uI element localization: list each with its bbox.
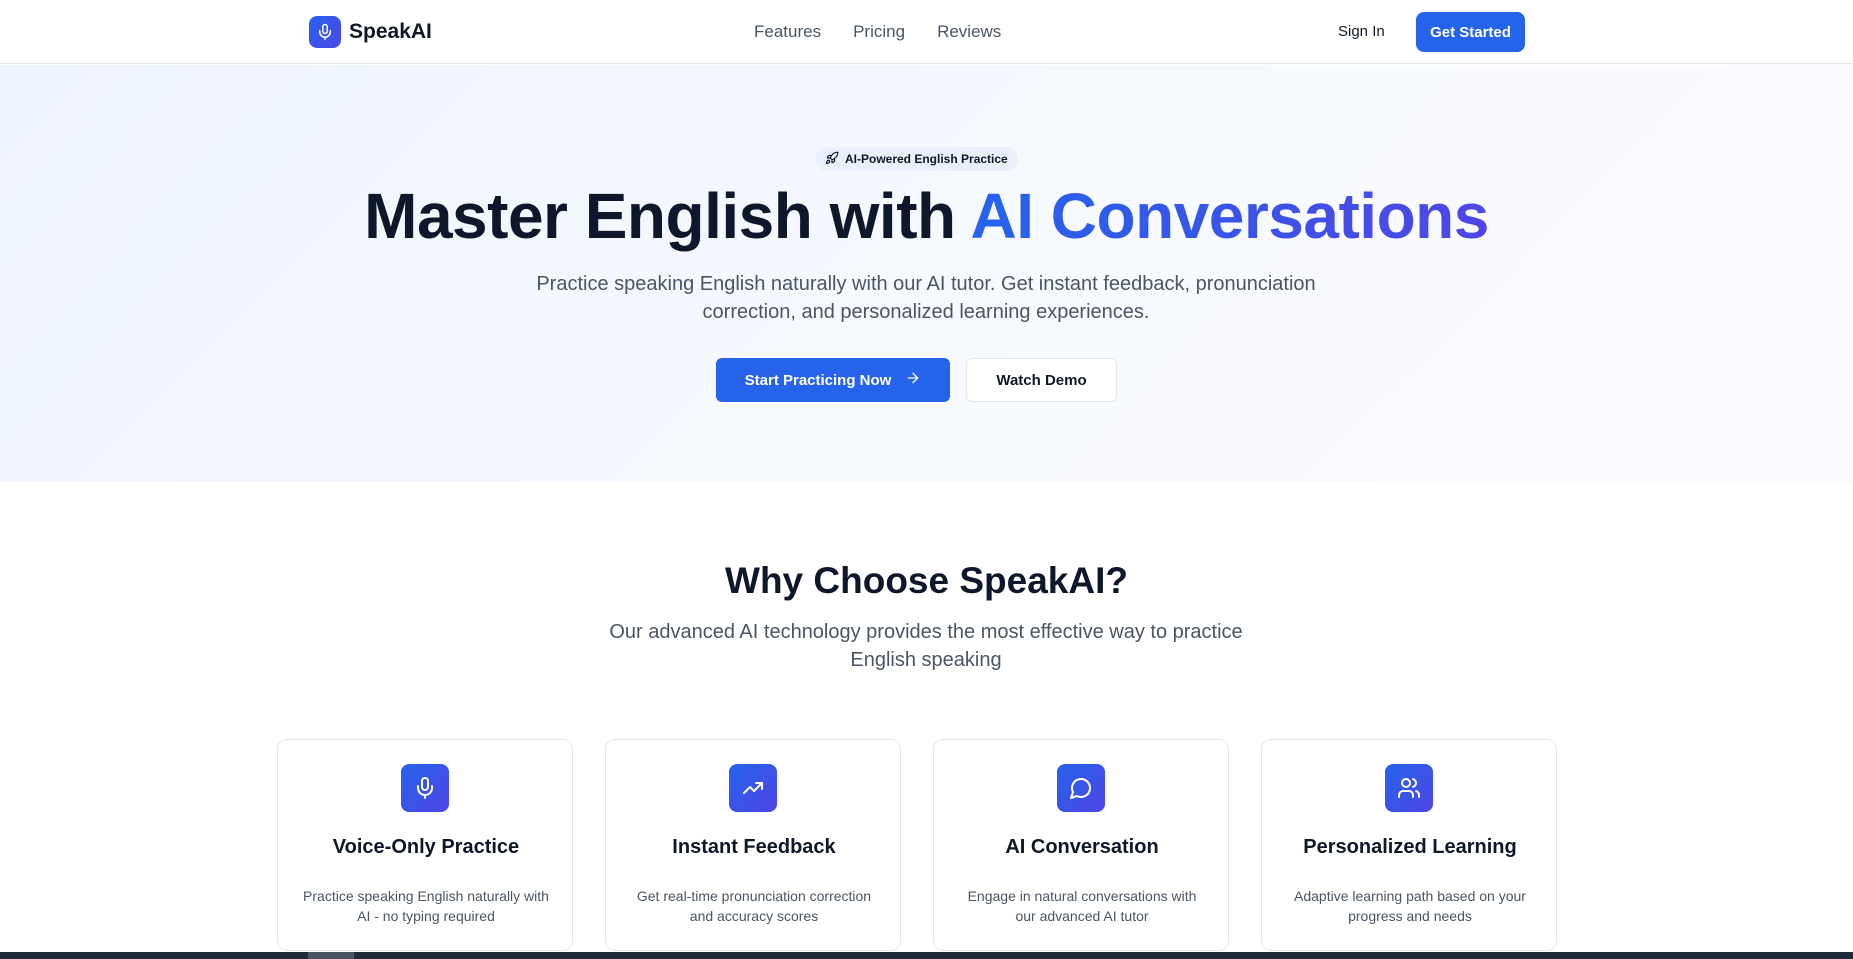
sign-in-link[interactable]: Sign In — [1338, 23, 1385, 40]
logo[interactable]: SpeakAI — [309, 16, 432, 48]
users-icon — [1385, 764, 1433, 812]
feature-card-title: AI Conversation — [1005, 836, 1159, 858]
feature-card-voice: Voice-Only Practice Practice speaking En… — [277, 739, 573, 951]
watch-demo-button[interactable]: Watch Demo — [966, 358, 1117, 402]
feature-card-desc: Practice speaking English naturally with… — [303, 888, 549, 924]
get-started-button[interactable]: Get Started — [1416, 12, 1525, 52]
feature-card-feedback: Instant Feedback Get real-time pronuncia… — [605, 739, 901, 951]
feature-card-desc: Adaptive learning path based on your pro… — [1294, 888, 1526, 924]
feature-card-personalized: Personalized Learning Adaptive learning … — [1261, 739, 1557, 951]
feature-card-title: Instant Feedback — [672, 836, 836, 858]
rocket-icon — [825, 151, 839, 168]
headline-accent: AI Conversations — [970, 180, 1490, 252]
headline-plain: Master English with — [364, 180, 971, 252]
feature-card-conversation: AI Conversation Engage in natural conver… — [933, 739, 1229, 951]
feature-card-title: Voice-Only Practice — [332, 836, 520, 858]
feature-card-title: Personalized Learning — [1303, 836, 1517, 858]
nav-link-pricing[interactable]: Pricing — [853, 22, 905, 42]
microphone-icon — [401, 764, 449, 812]
feature-card-desc: Engage in natural conversations with our… — [967, 888, 1197, 924]
nav-links: Features Pricing Reviews — [754, 22, 1001, 42]
start-practicing-label: Start Practicing Now — [744, 371, 892, 389]
nav-link-reviews[interactable]: Reviews — [937, 22, 1001, 42]
why-section-subtitle: Our advanced AI technology provides the … — [609, 621, 1243, 671]
feature-card-desc: Get real-time pronunciation correction a… — [636, 888, 872, 924]
logo-text: SpeakAI — [349, 20, 432, 43]
top-navbar: SpeakAI Features Pricing Reviews Sign In… — [0, 0, 1853, 64]
arrow-right-icon — [905, 370, 921, 390]
start-practicing-button[interactable]: Start Practicing Now — [716, 358, 950, 402]
microphone-icon — [309, 16, 341, 48]
nav-link-features[interactable]: Features — [754, 22, 821, 42]
scrollbar-thumb[interactable] — [308, 952, 354, 959]
horizontal-scrollbar[interactable] — [0, 952, 1853, 959]
why-section-title: Why Choose SpeakAI? — [725, 560, 1128, 601]
chat-bubble-icon — [1057, 764, 1105, 812]
trending-up-icon — [729, 764, 777, 812]
hero-badge-text: AI-Powered English Practice — [845, 152, 1008, 166]
hero-subtext: Practice speaking English naturally with… — [536, 273, 1316, 323]
hero-headline: Master English with AI Conversations — [0, 177, 1853, 255]
hero-badge: AI-Powered English Practice — [815, 147, 1018, 171]
